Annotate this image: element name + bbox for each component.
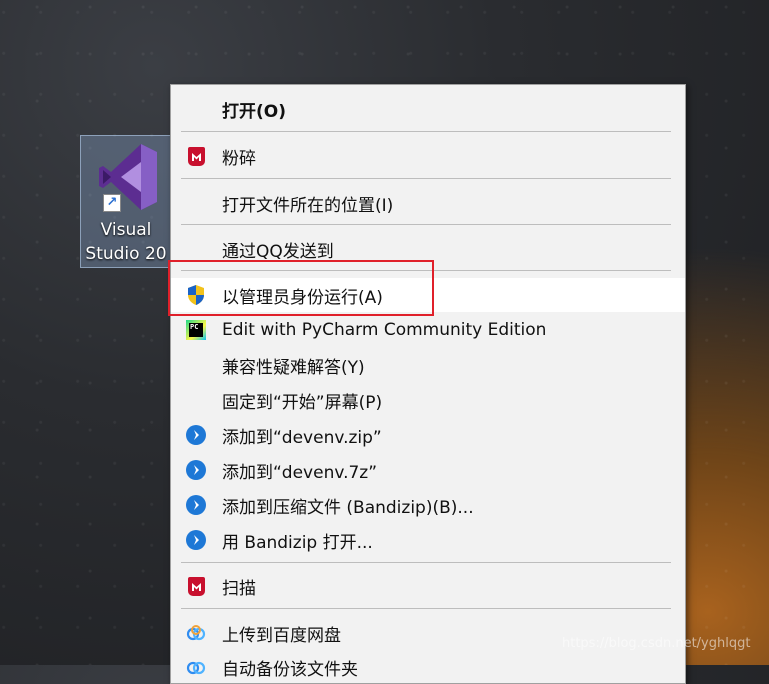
menu-item-open-file-location[interactable]: 打开文件所在的位置(I): [171, 186, 685, 220]
menu-item-troubleshoot-compatibility[interactable]: 兼容性疑难解答(Y): [171, 348, 685, 382]
mcafee-shield-icon: [186, 146, 206, 166]
menu-item-add-to-7z[interactable]: 添加到“devenv.7z”: [171, 453, 685, 487]
mcafee-shield-icon: [186, 576, 206, 596]
pycharm-icon: PC: [186, 320, 206, 340]
baidu-netdisk-icon: [186, 623, 206, 643]
menu-item-label: 上传到百度网盘: [222, 625, 341, 646]
menu-item-label: 扫描: [222, 578, 256, 599]
shortcut-arrow-icon: ↗: [103, 194, 121, 212]
menu-item-label: 固定到“开始”屏幕(P): [222, 392, 383, 413]
baidu-netdisk-icon: [186, 657, 206, 677]
menu-item-shred[interactable]: 粉碎: [171, 139, 685, 173]
visual-studio-desktop-icon[interactable]: ↗ Visual Studio 20: [80, 135, 172, 268]
menu-item-add-to-archive-bandizip[interactable]: 添加到压缩文件 (Bandizip)(B)...: [171, 488, 685, 522]
watermark: https://blog.csdn.net/yghlqgt: [562, 636, 751, 651]
menu-item-edit-with-pycharm[interactable]: PC Edit with PyCharm Community Edition: [171, 313, 685, 347]
menu-separator: [181, 608, 671, 609]
menu-item-label: 添加到“devenv.zip”: [222, 427, 382, 448]
menu-item-auto-backup-folder[interactable]: 自动备份该文件夹: [171, 650, 685, 684]
menu-item-open[interactable]: 打开(O): [171, 92, 685, 126]
menu-item-label: 用 Bandizip 打开...: [222, 532, 373, 553]
menu-item-label: Edit with PyCharm Community Edition: [222, 320, 547, 340]
context-menu: 打开(O) 粉碎 打开文件所在的位置(I) 通过QQ发送到 以管理员身份运行(A…: [170, 84, 686, 684]
desktop-icon-label: Visual Studio 20: [85, 220, 167, 264]
menu-item-open-with-bandizip[interactable]: 用 Bandizip 打开...: [171, 523, 685, 557]
bandizip-icon: [186, 495, 206, 515]
menu-item-label: 打开文件所在的位置(I): [222, 195, 394, 216]
menu-item-label: 打开(O): [222, 101, 286, 122]
menu-item-label: 粉碎: [222, 148, 256, 169]
menu-separator: [181, 562, 671, 563]
menu-separator: [181, 224, 671, 225]
menu-item-label: 添加到压缩文件 (Bandizip)(B)...: [222, 497, 474, 518]
menu-item-label: 添加到“devenv.7z”: [222, 462, 378, 483]
bandizip-icon: [186, 460, 206, 480]
menu-item-label: 兼容性疑难解答(Y): [222, 357, 365, 378]
menu-item-label: 自动备份该文件夹: [222, 659, 358, 680]
menu-separator: [181, 131, 671, 132]
menu-item-scan[interactable]: 扫描: [171, 569, 685, 603]
menu-separator: [181, 178, 671, 179]
bandizip-icon: [186, 530, 206, 550]
menu-item-pin-to-start[interactable]: 固定到“开始”屏幕(P): [171, 383, 685, 417]
bandizip-icon: [186, 425, 206, 445]
menu-item-label: 通过QQ发送到: [222, 241, 334, 262]
menu-item-add-to-zip[interactable]: 添加到“devenv.zip”: [171, 418, 685, 452]
annotation-highlight-box: [168, 260, 434, 316]
